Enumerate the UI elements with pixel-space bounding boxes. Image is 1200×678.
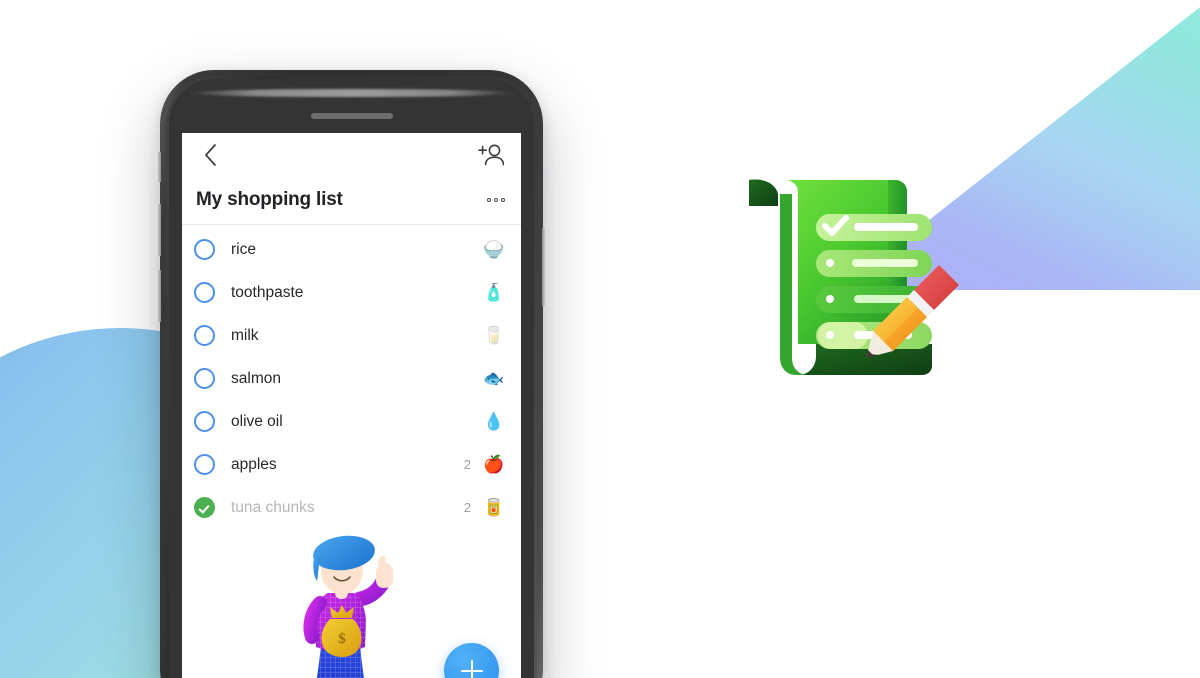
checkbox-checked[interactable] xyxy=(194,497,215,518)
list-item[interactable]: salmon 🐟 xyxy=(182,357,521,400)
back-button[interactable] xyxy=(194,141,226,173)
phone-screen: My shopping list rice 🍚 toothpaste 🧴 milk 🥛 sa… xyxy=(182,133,521,678)
volume-down-button[interactable] xyxy=(156,270,161,322)
list-item-label: milk xyxy=(231,326,259,344)
checkbox-unchecked[interactable] xyxy=(194,239,215,260)
volume-up-button[interactable] xyxy=(156,204,161,256)
list-item-label: rice xyxy=(231,240,256,258)
list-item-label: tuna chunks xyxy=(231,498,315,516)
screenshot-canvas: My shopping list rice 🍚 toothpaste 🧴 milk 🥛 sa… xyxy=(0,0,1200,678)
fish-icon: 🐟 xyxy=(483,369,505,388)
add-person-button[interactable] xyxy=(475,141,507,173)
menu-dot xyxy=(487,198,491,202)
list-item-label: apples xyxy=(231,455,277,473)
shopping-list-scroll-icon xyxy=(728,168,963,383)
checkbox-unchecked[interactable] xyxy=(194,325,215,346)
list-item[interactable]: olive oil 💧 xyxy=(182,400,521,443)
checkbox-unchecked[interactable] xyxy=(194,411,215,432)
checkbox-unchecked[interactable] xyxy=(194,282,215,303)
list-item[interactable]: toothpaste 🧴 xyxy=(182,271,521,314)
page-title: My shopping list xyxy=(196,189,343,210)
checkbox-unchecked[interactable] xyxy=(194,454,215,475)
milk-bottle-icon: 🥛 xyxy=(483,326,505,345)
screen-glass-gloss xyxy=(187,89,516,97)
list-item-quantity: 2 xyxy=(463,500,471,515)
checkbox-unchecked[interactable] xyxy=(194,368,215,389)
three-dots-menu-icon[interactable] xyxy=(477,192,505,208)
list-item-label: olive oil xyxy=(231,412,283,430)
canned-food-icon: 🥫 xyxy=(483,498,505,517)
phone-mockup: My shopping list rice 🍚 toothpaste 🧴 milk 🥛 sa… xyxy=(156,70,547,678)
phone-bezel: My shopping list rice 🍚 toothpaste 🧴 milk 🥛 sa… xyxy=(169,79,534,678)
svg-text:$: $ xyxy=(338,631,346,647)
rice-bag-icon: 🍚 xyxy=(483,240,505,259)
app-topbar xyxy=(182,133,521,181)
back-chevron-icon xyxy=(204,143,217,171)
earpiece-speaker xyxy=(310,113,393,119)
person-with-money-bag-illustration: $ xyxy=(286,533,416,678)
shopping-list: rice 🍚 toothpaste 🧴 milk 🥛 salmon 🐟 olive oil 💧 ap… xyxy=(182,225,521,529)
add-item-fab[interactable] xyxy=(444,643,499,678)
list-item[interactable]: rice 🍚 xyxy=(182,228,521,271)
list-item[interactable]: milk 🥛 xyxy=(182,314,521,357)
menu-dot xyxy=(494,198,498,202)
power-button[interactable] xyxy=(542,228,547,306)
list-item-label: toothpaste xyxy=(231,283,304,301)
oil-drop-icon: 💧 xyxy=(483,412,505,431)
silent-switch[interactable] xyxy=(156,152,161,182)
toothpaste-bottle-icon: 🧴 xyxy=(483,283,505,302)
apple-icon: 🍎 xyxy=(483,455,505,474)
list-item-label: salmon xyxy=(231,369,281,387)
list-item[interactable]: tuna chunks 2 🥫 xyxy=(182,486,521,529)
list-item[interactable]: apples 2 🍎 xyxy=(182,443,521,486)
app-title-row: My shopping list xyxy=(182,181,521,219)
add-person-icon xyxy=(478,144,505,171)
list-item-quantity: 2 xyxy=(463,457,471,472)
menu-dot xyxy=(501,198,505,202)
